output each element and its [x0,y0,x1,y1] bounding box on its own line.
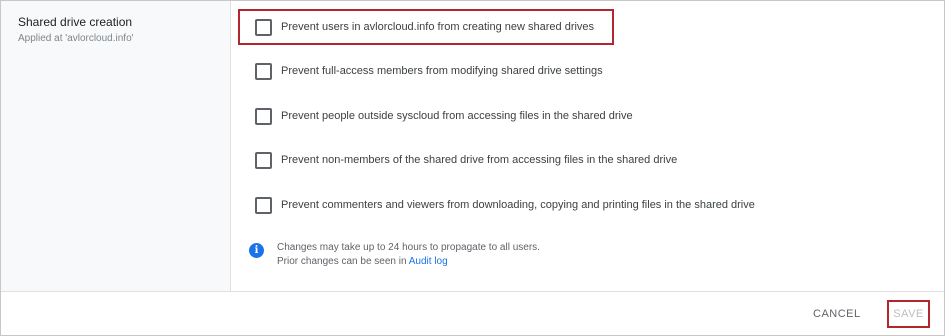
option-prevent-non-member-access[interactable]: Prevent non-members of the shared drive … [255,151,677,169]
footer-divider [1,291,944,292]
option-prevent-modify-settings[interactable]: Prevent full-access members from modifyi… [255,62,603,80]
settings-label-column: Shared drive creation Applied at 'avlorc… [1,1,231,291]
option-label: Prevent people outside syscloud from acc… [281,110,633,122]
info-text: Changes may take up to 24 hours to propa… [277,241,540,269]
checkbox[interactable] [255,196,272,214]
info-line-1: Changes may take up to 24 hours to propa… [277,242,540,253]
info-icon: i [249,243,264,258]
checkbox[interactable] [255,107,272,125]
option-label: Prevent full-access members from modifyi… [281,65,603,77]
checkbox[interactable] [255,62,272,80]
section-subtitle: Applied at 'avlorcloud.info' [18,33,134,44]
option-label: Prevent commenters and viewers from down… [281,199,755,211]
audit-log-link[interactable]: Audit log [409,256,448,267]
option-prevent-create-shared-drives[interactable]: Prevent users in avlorcloud.info from cr… [255,18,594,36]
option-prevent-outside-access[interactable]: Prevent people outside syscloud from acc… [255,107,633,125]
section-title: Shared drive creation [18,15,133,29]
settings-panel: Shared drive creation Applied at 'avlorc… [0,0,945,336]
option-prevent-download-copy-print[interactable]: Prevent commenters and viewers from down… [255,196,755,214]
option-label: Prevent users in avlorcloud.info from cr… [281,21,595,33]
info-line-2: Prior changes can be seen in Audit log [277,255,540,269]
checkbox[interactable] [255,151,272,169]
option-label: Prevent non-members of the shared drive … [281,154,678,166]
save-button[interactable]: SAVE [887,300,930,328]
info-notice: i Changes may take up to 24 hours to pro… [249,241,540,269]
info-line-2-prefix: Prior changes can be seen in [277,256,409,267]
cancel-button[interactable]: CANCEL [813,308,861,320]
checkbox[interactable] [255,18,272,36]
